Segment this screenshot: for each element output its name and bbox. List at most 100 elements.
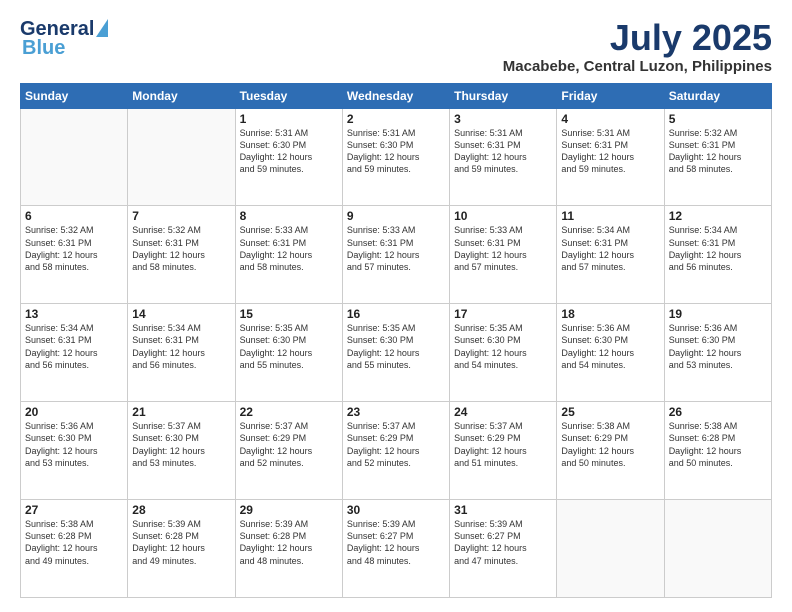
day-number: 17	[454, 307, 552, 321]
calendar-cell: 4Sunrise: 5:31 AMSunset: 6:31 PMDaylight…	[557, 108, 664, 206]
calendar-cell: 6Sunrise: 5:32 AMSunset: 6:31 PMDaylight…	[21, 206, 128, 304]
day-number: 2	[347, 112, 445, 126]
day-info: Sunrise: 5:31 AMSunset: 6:30 PMDaylight:…	[240, 127, 338, 176]
day-info: Sunrise: 5:33 AMSunset: 6:31 PMDaylight:…	[454, 224, 552, 273]
day-number: 24	[454, 405, 552, 419]
calendar-cell: 5Sunrise: 5:32 AMSunset: 6:31 PMDaylight…	[664, 108, 771, 206]
day-number: 23	[347, 405, 445, 419]
day-info: Sunrise: 5:34 AMSunset: 6:31 PMDaylight:…	[669, 224, 767, 273]
day-info: Sunrise: 5:37 AMSunset: 6:30 PMDaylight:…	[132, 420, 230, 469]
calendar-cell	[128, 108, 235, 206]
day-info: Sunrise: 5:38 AMSunset: 6:29 PMDaylight:…	[561, 420, 659, 469]
week-row-5: 27Sunrise: 5:38 AMSunset: 6:28 PMDayligh…	[21, 500, 772, 598]
calendar-cell: 15Sunrise: 5:35 AMSunset: 6:30 PMDayligh…	[235, 304, 342, 402]
week-row-2: 6Sunrise: 5:32 AMSunset: 6:31 PMDaylight…	[21, 206, 772, 304]
calendar-header-tuesday: Tuesday	[235, 83, 342, 108]
day-number: 27	[25, 503, 123, 517]
calendar-header-saturday: Saturday	[664, 83, 771, 108]
calendar-header-friday: Friday	[557, 83, 664, 108]
calendar-cell: 14Sunrise: 5:34 AMSunset: 6:31 PMDayligh…	[128, 304, 235, 402]
day-info: Sunrise: 5:37 AMSunset: 6:29 PMDaylight:…	[240, 420, 338, 469]
calendar-header-row: SundayMondayTuesdayWednesdayThursdayFrid…	[21, 83, 772, 108]
calendar-cell: 22Sunrise: 5:37 AMSunset: 6:29 PMDayligh…	[235, 402, 342, 500]
calendar-cell: 12Sunrise: 5:34 AMSunset: 6:31 PMDayligh…	[664, 206, 771, 304]
logo-blue: Blue	[22, 37, 65, 60]
day-info: Sunrise: 5:38 AMSunset: 6:28 PMDaylight:…	[669, 420, 767, 469]
day-number: 19	[669, 307, 767, 321]
calendar-cell: 18Sunrise: 5:36 AMSunset: 6:30 PMDayligh…	[557, 304, 664, 402]
day-number: 5	[669, 112, 767, 126]
day-info: Sunrise: 5:33 AMSunset: 6:31 PMDaylight:…	[347, 224, 445, 273]
calendar-cell: 21Sunrise: 5:37 AMSunset: 6:30 PMDayligh…	[128, 402, 235, 500]
calendar-header-wednesday: Wednesday	[342, 83, 449, 108]
calendar-cell: 7Sunrise: 5:32 AMSunset: 6:31 PMDaylight…	[128, 206, 235, 304]
calendar-cell: 3Sunrise: 5:31 AMSunset: 6:31 PMDaylight…	[450, 108, 557, 206]
logo: General Blue	[20, 18, 108, 60]
day-number: 22	[240, 405, 338, 419]
day-number: 8	[240, 209, 338, 223]
day-number: 18	[561, 307, 659, 321]
day-info: Sunrise: 5:37 AMSunset: 6:29 PMDaylight:…	[454, 420, 552, 469]
calendar-cell: 11Sunrise: 5:34 AMSunset: 6:31 PMDayligh…	[557, 206, 664, 304]
day-info: Sunrise: 5:33 AMSunset: 6:31 PMDaylight:…	[240, 224, 338, 273]
day-info: Sunrise: 5:31 AMSunset: 6:31 PMDaylight:…	[561, 127, 659, 176]
day-info: Sunrise: 5:35 AMSunset: 6:30 PMDaylight:…	[454, 322, 552, 371]
calendar-header-thursday: Thursday	[450, 83, 557, 108]
day-info: Sunrise: 5:34 AMSunset: 6:31 PMDaylight:…	[561, 224, 659, 273]
day-number: 14	[132, 307, 230, 321]
week-row-1: 1Sunrise: 5:31 AMSunset: 6:30 PMDaylight…	[21, 108, 772, 206]
day-number: 30	[347, 503, 445, 517]
calendar-cell: 27Sunrise: 5:38 AMSunset: 6:28 PMDayligh…	[21, 500, 128, 598]
calendar-cell	[557, 500, 664, 598]
title-block: July 2025 Macabebe, Central Luzon, Phili…	[503, 18, 772, 75]
calendar-cell: 2Sunrise: 5:31 AMSunset: 6:30 PMDaylight…	[342, 108, 449, 206]
calendar-cell: 17Sunrise: 5:35 AMSunset: 6:30 PMDayligh…	[450, 304, 557, 402]
day-number: 1	[240, 112, 338, 126]
header: General Blue July 2025 Macabebe, Central…	[20, 18, 772, 75]
day-info: Sunrise: 5:37 AMSunset: 6:29 PMDaylight:…	[347, 420, 445, 469]
calendar-cell: 1Sunrise: 5:31 AMSunset: 6:30 PMDaylight…	[235, 108, 342, 206]
day-number: 15	[240, 307, 338, 321]
calendar-cell: 19Sunrise: 5:36 AMSunset: 6:30 PMDayligh…	[664, 304, 771, 402]
calendar-cell: 20Sunrise: 5:36 AMSunset: 6:30 PMDayligh…	[21, 402, 128, 500]
day-info: Sunrise: 5:39 AMSunset: 6:27 PMDaylight:…	[454, 518, 552, 567]
day-number: 3	[454, 112, 552, 126]
week-row-3: 13 Sunrise: 5:34 AMSunset: 6:31 PMDayligh…	[21, 304, 772, 402]
calendar-cell: 25Sunrise: 5:38 AMSunset: 6:29 PMDayligh…	[557, 402, 664, 500]
week-row-4: 20Sunrise: 5:36 AMSunset: 6:30 PMDayligh…	[21, 402, 772, 500]
day-number: 10	[454, 209, 552, 223]
day-number: 29	[240, 503, 338, 517]
calendar-cell: 10Sunrise: 5:33 AMSunset: 6:31 PMDayligh…	[450, 206, 557, 304]
day-number: 16	[347, 307, 445, 321]
day-info: Sunrise: 5:32 AMSunset: 6:31 PMDaylight:…	[132, 224, 230, 273]
day-info: Sunrise: 5:36 AMSunset: 6:30 PMDaylight:…	[669, 322, 767, 371]
day-number: 26	[669, 405, 767, 419]
day-number: 9	[347, 209, 445, 223]
day-info: Sunrise: 5:32 AMSunset: 6:31 PMDaylight:…	[669, 127, 767, 176]
subtitle: Macabebe, Central Luzon, Philippines	[503, 58, 772, 75]
day-info: Sunrise: 5:36 AMSunset: 6:30 PMDaylight:…	[25, 420, 123, 469]
day-number: 11	[561, 209, 659, 223]
calendar-cell: 9Sunrise: 5:33 AMSunset: 6:31 PMDaylight…	[342, 206, 449, 304]
day-info: Sunrise: 5:39 AMSunset: 6:28 PMDaylight:…	[240, 518, 338, 567]
main-title: July 2025	[503, 18, 772, 58]
calendar-cell	[21, 108, 128, 206]
day-number: 25	[561, 405, 659, 419]
day-info: Sunrise: 5:31 AMSunset: 6:30 PMDaylight:…	[347, 127, 445, 176]
calendar-table: SundayMondayTuesdayWednesdayThursdayFrid…	[20, 83, 772, 598]
calendar-header-monday: Monday	[128, 83, 235, 108]
day-info: Sunrise: 5:39 AMSunset: 6:28 PMDaylight:…	[132, 518, 230, 567]
logo-arrow-icon	[96, 19, 108, 37]
day-info: Sunrise: 5:35 AMSunset: 6:30 PMDaylight:…	[347, 322, 445, 371]
page: General Blue July 2025 Macabebe, Central…	[0, 0, 792, 612]
calendar-cell: 16Sunrise: 5:35 AMSunset: 6:30 PMDayligh…	[342, 304, 449, 402]
calendar-cell	[664, 500, 771, 598]
calendar-cell: 26Sunrise: 5:38 AMSunset: 6:28 PMDayligh…	[664, 402, 771, 500]
day-info: Sunrise: 5:31 AMSunset: 6:31 PMDaylight:…	[454, 127, 552, 176]
day-number: 31	[454, 503, 552, 517]
day-number: 21	[132, 405, 230, 419]
day-info: Sunrise: 5:36 AMSunset: 6:30 PMDaylight:…	[561, 322, 659, 371]
calendar-cell: 29Sunrise: 5:39 AMSunset: 6:28 PMDayligh…	[235, 500, 342, 598]
day-info: Sunrise: 5:34 AMSunset: 6:31 PMDaylight:…	[132, 322, 230, 371]
day-number: 13	[25, 307, 123, 321]
